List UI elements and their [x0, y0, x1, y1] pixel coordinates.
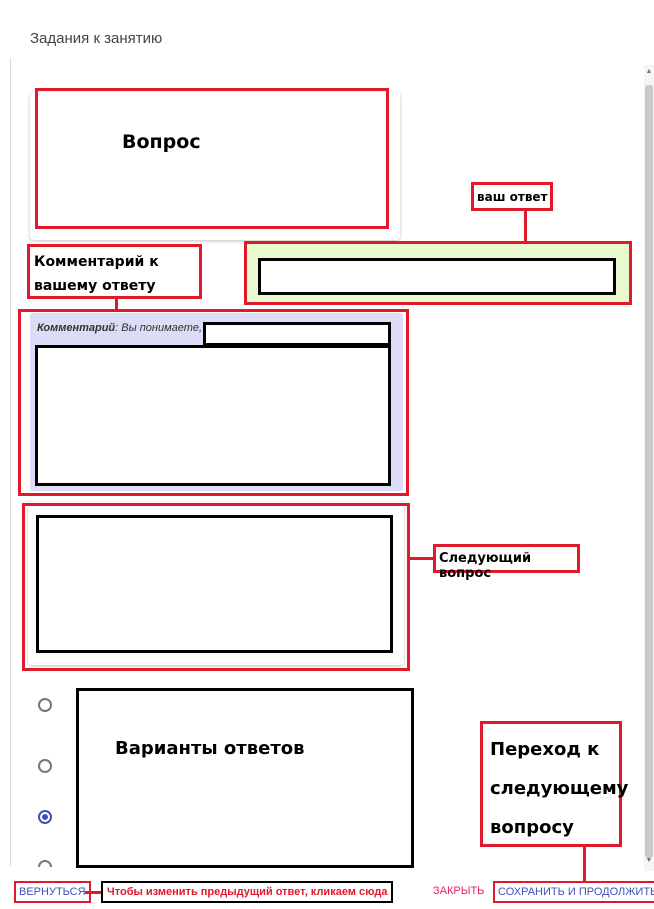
next-question-box	[36, 515, 393, 653]
scroll-up-icon[interactable]: ▲	[644, 68, 654, 75]
options-label: Варианты ответов	[115, 738, 305, 759]
comment-callout: Комментарий к вашему ответу	[27, 244, 202, 299]
question-label: Вопрос	[122, 131, 201, 153]
comment-content-box	[35, 345, 391, 486]
scrollbar-thumb[interactable]	[645, 85, 653, 858]
scroll-down-icon[interactable]: ▼	[644, 857, 654, 864]
save-continue-button[interactable]: СОХРАНИТЬ И ПРОДОЛЖИТЬ	[493, 881, 654, 903]
answer-callout: ваш ответ	[471, 182, 553, 211]
option-radio-3[interactable]	[38, 810, 52, 824]
page-title: Задания к занятию	[30, 30, 163, 47]
option-radio-2[interactable]	[38, 759, 52, 773]
comment-redaction	[203, 322, 391, 346]
option-radio-4[interactable]	[38, 860, 52, 867]
options-box	[76, 688, 414, 868]
comment-prefix: Комментарий	[37, 322, 116, 334]
left-border	[10, 58, 11, 866]
next-step-callout: Переход к следующему вопросу	[480, 721, 628, 847]
back-button[interactable]: ВЕРНУТЬСЯ	[14, 881, 91, 903]
next-step-line	[583, 846, 586, 883]
answer-callout-line	[524, 210, 527, 244]
comment-body: : Вы понимаете,	[115, 322, 203, 334]
comment-text: Комментарий: Вы понимаете,	[37, 322, 202, 334]
next-question-line	[409, 557, 435, 560]
answer-field[interactable]	[258, 258, 616, 295]
question-highlight	[35, 88, 389, 229]
close-button[interactable]: ЗАКРЫТЬ	[433, 885, 484, 897]
back-hint: Чтобы изменить предыдущий ответ, кликаем…	[101, 881, 394, 903]
next-question-callout: Следующий вопрос	[433, 544, 580, 581]
option-radio-1[interactable]	[38, 698, 52, 712]
